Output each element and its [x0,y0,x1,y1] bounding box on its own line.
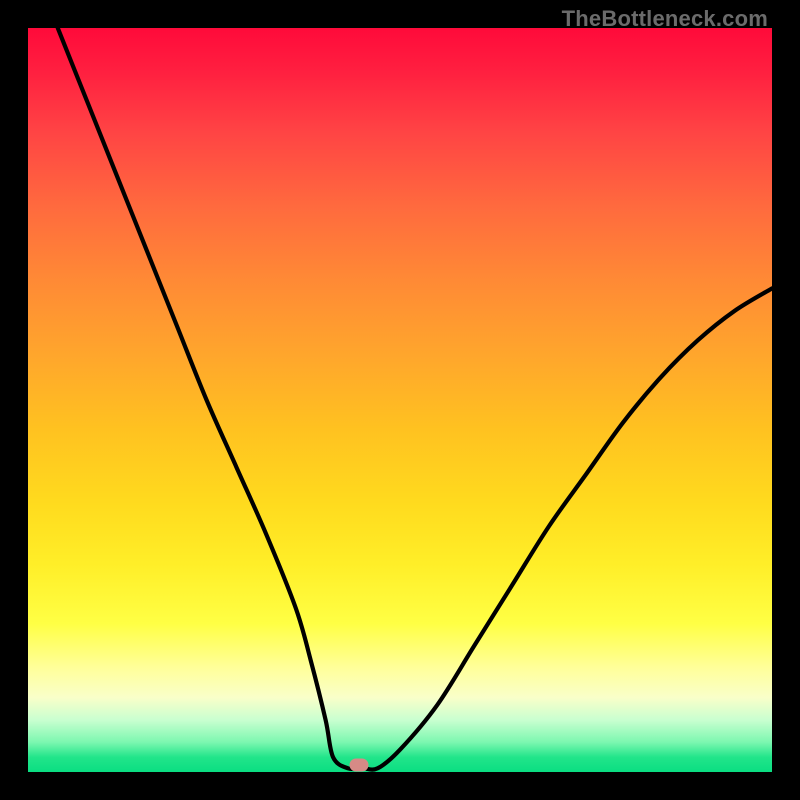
plot-area [28,28,772,772]
chart-frame: TheBottleneck.com [0,0,800,800]
curve-svg [28,28,772,772]
bottleneck-curve [58,28,772,770]
optimal-point-marker [350,759,369,772]
